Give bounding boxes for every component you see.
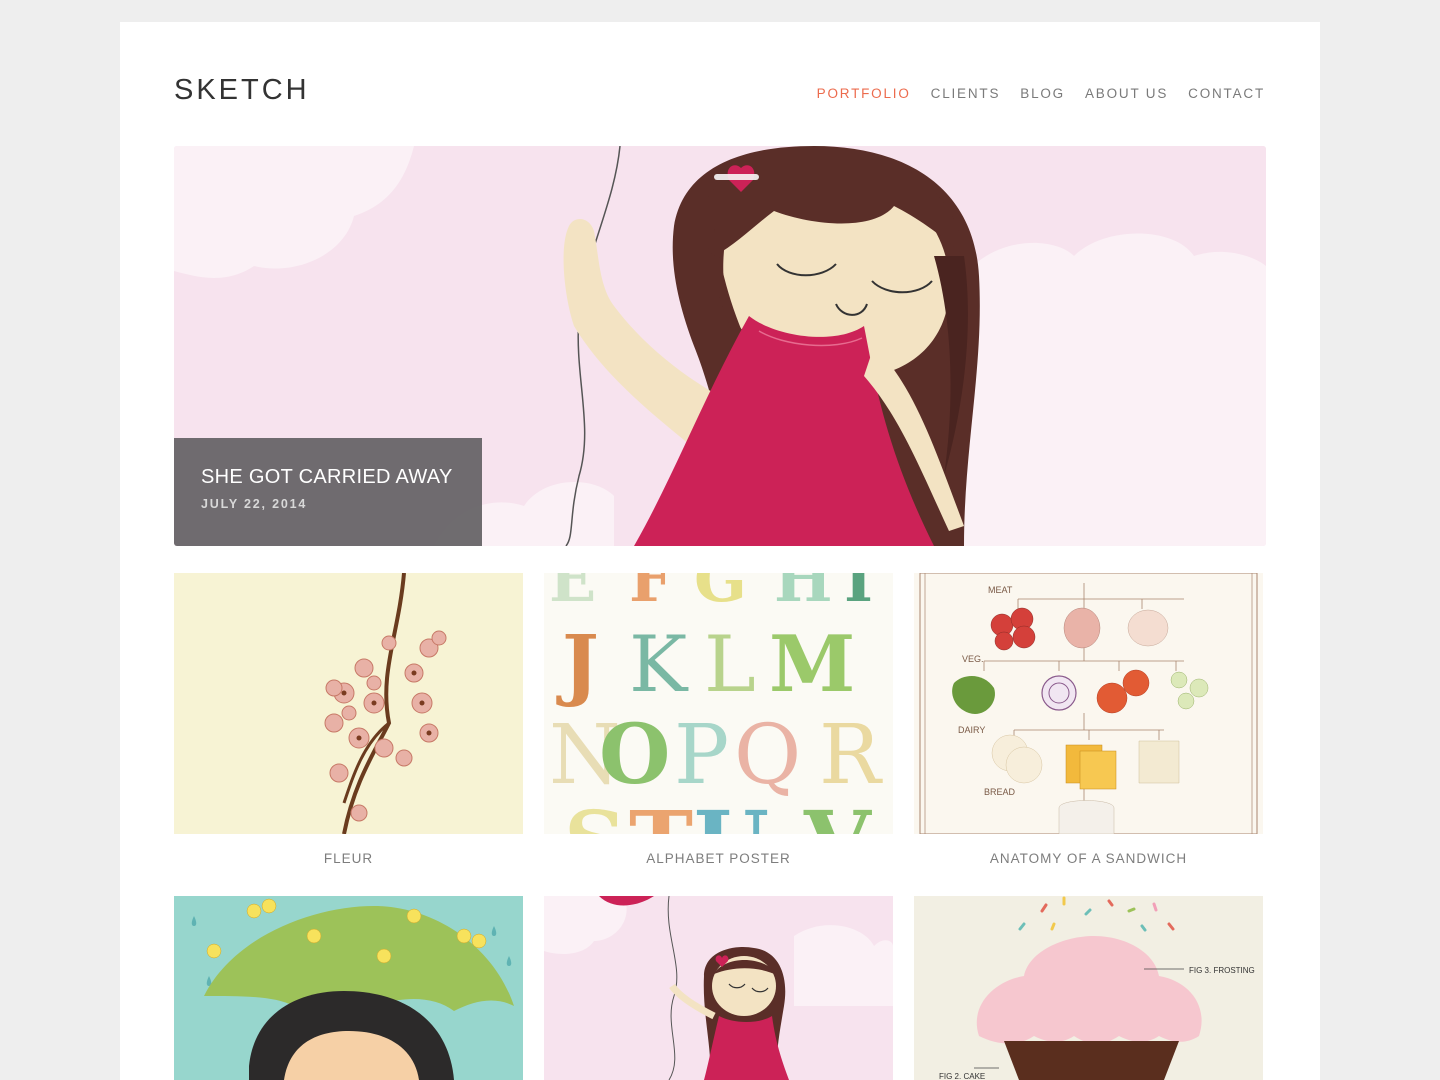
cupcake-label-frosting: FIG 3. FROSTING: [1189, 966, 1255, 975]
alphabet-letter: L: [704, 620, 756, 710]
sandwich-label-bread: BREAD: [984, 787, 1016, 797]
site-title[interactable]: SKETCH: [174, 74, 310, 107]
alphabet-poster-thumbnail[interactable]: E F G H I J K L M N O P Q R: [544, 573, 893, 834]
alphabet-letter: T: [629, 793, 693, 834]
alphabet-letter: J: [556, 619, 599, 710]
featured-post[interactable]: SHE GOT CARRIED AWAY JULY 22, 2014: [174, 146, 1266, 546]
nav-item-about-us[interactable]: ABOUT US: [1085, 86, 1168, 101]
alphabet-letter: U: [694, 793, 769, 834]
cupcake-thumbnail[interactable]: FIG 3. FROSTING FIG 2. CAKE: [914, 896, 1263, 1080]
cupcake-label-cake: FIG 2. CAKE: [939, 1072, 985, 1080]
nav-item-portfolio[interactable]: PORTFOLIO: [817, 86, 911, 101]
nav-item-contact[interactable]: CONTACT: [1188, 86, 1265, 101]
page-container: SKETCH PORTFOLIO CLIENTS BLOG ABOUT US C…: [120, 22, 1320, 1080]
portfolio-item-anatomy-of-a-sandwich[interactable]: MEAT VEG. DAIRY BREAD ANATOMY OF A SANDW…: [914, 573, 1263, 866]
alphabet-letter: E: [549, 573, 596, 616]
alphabet-letter: G: [694, 573, 747, 616]
alphabet-letter: P: [674, 708, 729, 803]
nav-item-blog[interactable]: BLOG: [1020, 86, 1065, 101]
umbrella-thumbnail[interactable]: [174, 896, 523, 1080]
carried-away-thumbnail[interactable]: [544, 896, 893, 1080]
alphabet-letter: I: [844, 573, 873, 616]
portfolio-item-umbrella[interactable]: [174, 896, 523, 1080]
alphabet-letter: R: [819, 708, 883, 803]
portfolio-item-fleur[interactable]: FLEUR: [174, 573, 523, 866]
portfolio-item-alphabet-poster[interactable]: E F G H I J K L M N O P Q R ALPHABET POS…: [544, 573, 893, 866]
alphabet-letter: S: [564, 793, 626, 834]
featured-caption[interactable]: SHE GOT CARRIED AWAY JULY 22, 2014: [174, 438, 482, 546]
alphabet-letter: V: [803, 793, 872, 834]
alphabet-letter: H: [774, 573, 833, 616]
main-nav: PORTFOLIO CLIENTS BLOG ABOUT US CONTACT: [817, 86, 1265, 101]
portfolio-item-label[interactable]: FLEUR: [174, 851, 523, 866]
sandwich-label-meat: MEAT: [988, 585, 1013, 595]
portfolio-item-cupcake[interactable]: FIG 3. FROSTING FIG 2. CAKE: [914, 896, 1263, 1080]
featured-title[interactable]: SHE GOT CARRIED AWAY: [201, 466, 482, 489]
sandwich-label-dairy: DAIRY: [958, 725, 985, 735]
alphabet-letter: F: [629, 573, 673, 616]
featured-date: JULY 22, 2014: [201, 497, 308, 511]
alphabet-letter: O: [599, 707, 670, 803]
portfolio-item-carried-away[interactable]: [544, 896, 893, 1080]
alphabet-letter: K: [629, 620, 689, 710]
alphabet-letter: Q: [734, 708, 801, 803]
portfolio-item-label[interactable]: ALPHABET POSTER: [544, 851, 893, 866]
nav-item-clients[interactable]: CLIENTS: [931, 86, 1001, 101]
alphabet-letter: M: [769, 619, 855, 710]
sandwich-thumbnail[interactable]: MEAT VEG. DAIRY BREAD: [914, 573, 1263, 834]
fleur-thumbnail[interactable]: [174, 573, 523, 834]
portfolio-item-label[interactable]: ANATOMY OF A SANDWICH: [914, 851, 1263, 866]
sandwich-label-veg: VEG.: [962, 654, 984, 664]
